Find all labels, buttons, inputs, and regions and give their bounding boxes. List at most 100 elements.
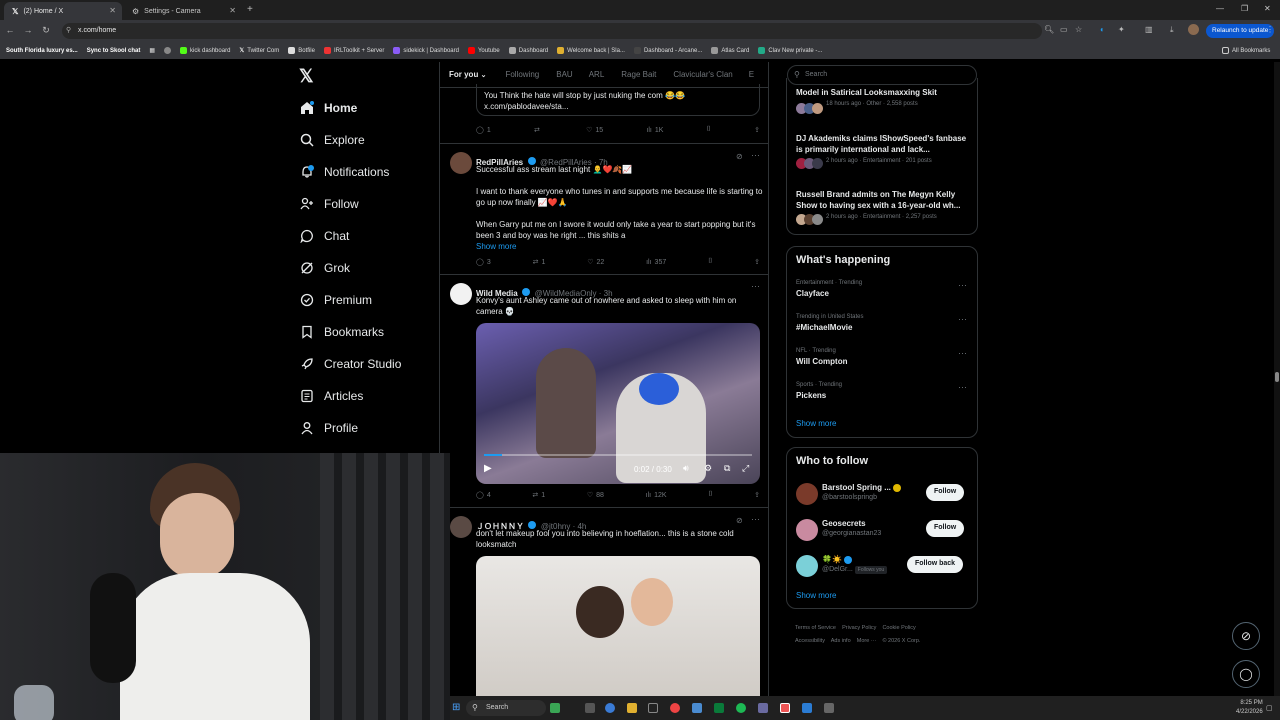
nav-creator-studio[interactable]: Creator Studio (300, 357, 401, 371)
sidebar-icon[interactable]: ▥ (1145, 25, 1153, 34)
footer-link[interactable]: Accessibility (795, 638, 825, 644)
like-button[interactable]: ♡ 22 (587, 258, 604, 267)
bookmark-item[interactable]: Dashboard (508, 47, 548, 54)
like-button[interactable]: ♡ 15 (586, 126, 603, 135)
x-logo[interactable]: 𝕏 (299, 66, 314, 87)
follow-button[interactable]: Follow (926, 484, 965, 501)
bookmark-item[interactable] (164, 47, 172, 54)
bookmark-item[interactable]: Botfile (288, 47, 315, 54)
bookmark-item[interactable]: Youtube (467, 47, 500, 54)
grok-button[interactable]: ⊘ (1232, 622, 1260, 650)
nav-profile[interactable]: Profile (300, 421, 358, 435)
reply-button[interactable]: ◯ 1 (476, 126, 491, 135)
back-icon[interactable]: ← (2, 25, 18, 35)
video-player[interactable]: ▶ 0:02 / 0:30 🔊︎ ⚙ ⧉ ⤢ (476, 323, 760, 484)
cast-icon[interactable]: ▭ (1060, 25, 1068, 34)
system-clock[interactable]: 8:25 PM 4/22/2026 (1236, 699, 1263, 717)
suggested-user[interactable]: 🍀☀️ @DelGr... Follows you (822, 555, 912, 574)
reply-button[interactable]: ◯ 3 (476, 258, 491, 267)
bookmark-button[interactable]: ⌷ (708, 491, 712, 499)
trend-item[interactable]: NFL · Trending Will Compton (796, 348, 970, 366)
nav-bookmarks[interactable]: Bookmarks (300, 325, 384, 339)
obs-icon[interactable] (780, 703, 790, 713)
scrollbar-thumb[interactable] (1275, 372, 1279, 382)
follow-back-button[interactable]: Follow back (907, 556, 964, 573)
site-info-icon[interactable]: ⚲ (66, 26, 71, 34)
spotify-icon[interactable] (736, 703, 746, 713)
reply-button[interactable]: ◯ 4 (476, 491, 491, 500)
avatar[interactable] (450, 152, 472, 174)
trend-item[interactable]: Trending in United States #MichaelMovie (796, 314, 970, 332)
explorer-icon[interactable] (627, 703, 637, 713)
suggested-user[interactable]: Geosecrets @georgianastan23 (822, 519, 922, 537)
page-scrollbar[interactable] (1274, 62, 1280, 696)
suggested-user[interactable]: Barstool Spring ... @barstoolspringb (822, 483, 922, 501)
play-icon[interactable]: ▶ (484, 463, 492, 474)
bookmark-item[interactable]: Dashboard - Arcane... (633, 47, 702, 54)
notification-icon[interactable]: ▢ (1266, 704, 1273, 712)
more-icon[interactable]: ··· (958, 314, 967, 324)
close-icon[interactable]: ✕ (109, 6, 116, 15)
close-icon[interactable]: ✕ (229, 6, 236, 15)
new-tab-icon[interactable]: + (247, 4, 253, 15)
nav-home[interactable]: Home (300, 101, 357, 115)
views-button[interactable]: ılı 12K (646, 491, 667, 499)
more-icon[interactable]: ··· (958, 382, 967, 392)
profile-avatar[interactable] (1188, 24, 1199, 35)
download-icon[interactable]: ⤓ (1170, 25, 1174, 35)
bookmark-item[interactable]: Sync to Skool chat (87, 48, 141, 54)
messages-button[interactable]: ◯ (1232, 660, 1260, 688)
menu-icon[interactable]: ⋮ (1266, 25, 1274, 34)
post[interactable]: Wild Media @WildMediaOnly · 3h ··· Konvy… (440, 275, 768, 508)
puzzle-icon[interactable]: ✦ (1118, 25, 1125, 34)
bookmark-button[interactable]: ⌷ (707, 126, 711, 134)
more-icon[interactable]: ··· (958, 280, 967, 290)
show-more-link[interactable]: Show more (796, 591, 836, 600)
chrome-icon[interactable] (670, 703, 680, 713)
views-button[interactable]: ılı 1K (646, 126, 663, 134)
maximize-icon[interactable]: ❐ (1241, 4, 1248, 13)
show-more-link[interactable]: Show more (796, 419, 836, 428)
avatar[interactable] (796, 483, 818, 505)
trend-item[interactable]: Entertainment · Trending Clayface (796, 280, 970, 298)
share-button[interactable]: ⇪ (754, 258, 760, 266)
forward-icon[interactable]: → (20, 25, 36, 35)
address-bar[interactable]: ⚲ x.com/home (62, 23, 1042, 39)
pip-icon[interactable]: ⧉ (724, 463, 730, 474)
grok-icon[interactable]: ⊘ (736, 516, 743, 525)
avatar[interactable] (450, 283, 472, 305)
all-bookmarks[interactable]: All Bookmarks (1222, 47, 1270, 54)
extension-icon[interactable]: ◐ (1100, 25, 1105, 34)
nav-notifications[interactable]: Notifications (300, 165, 389, 179)
like-button[interactable]: ♡ 88 (587, 491, 604, 500)
share-button[interactable]: ⇪ (754, 126, 760, 134)
app-icon[interactable] (824, 703, 834, 713)
close-window-icon[interactable]: ✕ (1264, 4, 1271, 13)
nav-follow[interactable]: Follow (300, 197, 359, 211)
trend-item[interactable]: Sports · Trending Pickens (796, 382, 970, 400)
footer-link[interactable]: Terms of Service (795, 625, 836, 631)
fullscreen-icon[interactable]: ⤢ (742, 463, 749, 474)
avatar[interactable] (796, 555, 818, 577)
settings-icon[interactable]: ⚙ (704, 463, 712, 474)
taskview-icon[interactable] (585, 703, 595, 713)
more-icon[interactable]: ··· (751, 150, 760, 160)
start-icon[interactable]: ⊞ (452, 702, 460, 713)
footer-link[interactable]: More ··· (857, 638, 877, 644)
bookmark-button[interactable]: ⌷ (708, 258, 712, 266)
zoom-icon[interactable]: 🔍︎ (1044, 25, 1054, 34)
avatar[interactable] (796, 519, 818, 541)
repost-button[interactable]: ⇄ 1 (533, 258, 546, 267)
quoted-post[interactable]: You Think the hate will stop by just nuk… (476, 84, 760, 116)
post[interactable]: ＪＯＨＮＮＹ @jt0hny · 4h ⊘ ··· don't let make… (440, 508, 768, 696)
more-icon[interactable]: ··· (751, 281, 760, 291)
nav-premium[interactable]: Premium (300, 293, 372, 307)
app-icon[interactable] (648, 703, 658, 713)
reload-icon[interactable]: ↻ (38, 25, 54, 36)
relaunch-button[interactable]: Relaunch to update (1206, 24, 1275, 38)
post-image[interactable] (476, 556, 760, 696)
avatar[interactable] (450, 516, 472, 538)
minimize-icon[interactable]: — (1216, 4, 1224, 13)
star-icon[interactable]: ☆ (1075, 25, 1082, 34)
bookmark-item[interactable]: 𝕏 Twitter Com (239, 47, 279, 55)
